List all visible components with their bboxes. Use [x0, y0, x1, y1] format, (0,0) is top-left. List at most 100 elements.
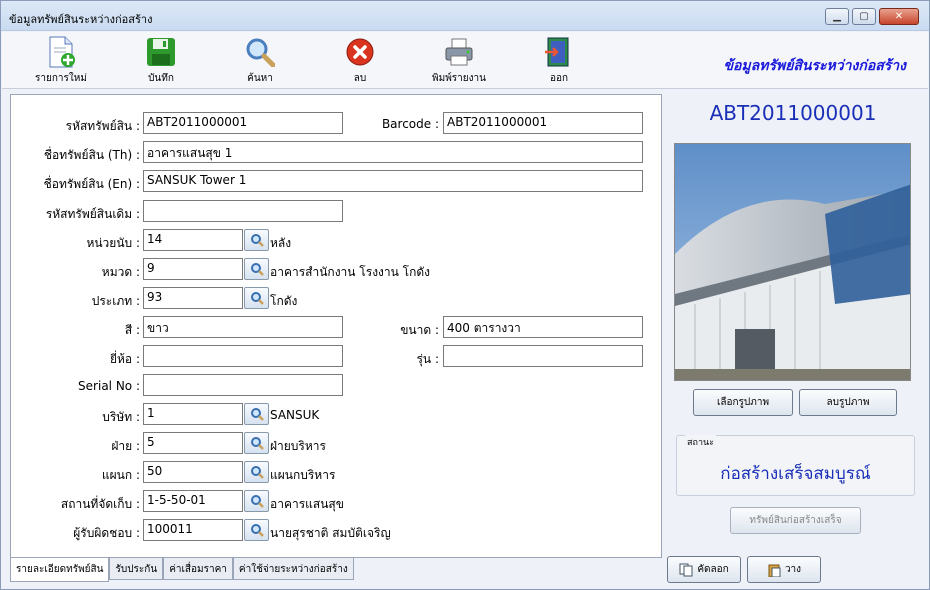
exit-door-icon	[543, 36, 575, 68]
paste-label: วาง	[784, 564, 802, 575]
copy-icon	[679, 563, 693, 576]
search-icon	[250, 437, 264, 450]
type-label: ประเภท :	[91, 294, 140, 308]
color-field[interactable]: ขาว	[143, 316, 343, 338]
paste-icon	[768, 564, 781, 577]
delete-x-icon	[344, 36, 376, 68]
unit-field[interactable]: 14	[143, 229, 243, 251]
type-search-button[interactable]	[244, 287, 269, 309]
location-field[interactable]: 1-5-50-01	[143, 490, 243, 512]
status-group: สถานะ ก่อสร้างเสร็จสมบูรณ์	[676, 435, 915, 496]
tab-construction-cost[interactable]: ค่าใช้จ่ายระหว่างก่อสร้าง	[232, 558, 354, 580]
unit-search-button[interactable]	[244, 229, 269, 251]
search-icon	[250, 466, 264, 479]
division-search-button[interactable]	[244, 432, 269, 454]
barcode-field[interactable]: ABT2011000001	[443, 112, 643, 134]
window-title: ข้อมูลทรัพย์สินระหว่างก่อสร้าง	[9, 13, 153, 26]
location-search-button[interactable]	[244, 490, 269, 512]
minimize-button[interactable]: ▁	[825, 8, 849, 25]
close-button[interactable]: ✕	[879, 8, 919, 25]
size-field[interactable]: 400 ตารางวา	[443, 316, 643, 338]
barcode-label: Barcode :	[381, 117, 439, 131]
category-search-button[interactable]	[244, 258, 269, 280]
old-code-label: รหัสทรัพย์สินเดิม :	[45, 207, 140, 221]
brand-field[interactable]	[143, 345, 343, 367]
search-icon	[250, 495, 264, 508]
delete-label: ลบ	[353, 73, 367, 84]
type-description: โกดัง	[270, 294, 298, 308]
name-th-field[interactable]: อาคารแสนสุข 1	[143, 141, 643, 163]
unit-label: หน่วยนับ :	[86, 236, 140, 250]
maximize-button[interactable]: ▢	[852, 8, 876, 25]
search-icon	[250, 524, 264, 537]
toolbar: รายการใหม่ บันทึก ค้นหา ลบ พิมพ์รายงาน อ…	[2, 32, 928, 89]
new-item-button[interactable]: รายการใหม่	[26, 36, 96, 86]
serial-field[interactable]	[143, 374, 343, 396]
name-en-label: ชื่อทรัพย์สิน (En) :	[43, 177, 140, 191]
print-button[interactable]: พิมพ์รายงาน	[424, 36, 494, 86]
company-description: SANSUK	[270, 408, 320, 422]
department-field[interactable]: 50	[143, 461, 243, 483]
search-icon	[250, 408, 264, 421]
name-th-label: ชื่อทรัพย์สิน (Th) :	[43, 148, 140, 162]
tab-asset-details[interactable]: รายละเอียดทรัพย์สิน	[10, 558, 110, 582]
model-label: รุ่น :	[416, 352, 439, 366]
department-search-button[interactable]	[244, 461, 269, 483]
print-label: พิมพ์รายงาน	[432, 73, 486, 84]
name-en-field[interactable]: SANSUK Tower 1	[143, 170, 643, 192]
category-label: หมวด :	[101, 265, 140, 279]
status-value: ก่อสร้างเสร็จสมบูรณ์	[720, 464, 871, 484]
size-label: ขนาด :	[400, 323, 439, 337]
department-description: แผนกบริหาร	[270, 468, 336, 482]
exit-button[interactable]: ออก	[524, 36, 594, 86]
company-search-button[interactable]	[244, 403, 269, 425]
asset-code-display: ABT2011000001	[709, 101, 877, 125]
choose-image-button[interactable]: เลือกรูปภาพ	[693, 389, 793, 416]
printer-icon	[443, 36, 475, 68]
copy-button[interactable]: คัดลอก	[667, 556, 741, 583]
tab-warranty[interactable]: รับประกัน	[109, 558, 164, 580]
window: ข้อมูลทรัพย์สินระหว่างก่อสร้าง ▁ ▢ ✕ ราย…	[0, 0, 930, 590]
search-button[interactable]: ค้นหา	[225, 36, 295, 86]
copy-label: คัดลอก	[697, 564, 729, 575]
asset-code-field[interactable]: ABT2011000001	[143, 112, 343, 134]
unit-description: หลัง	[270, 236, 292, 250]
category-field[interactable]: 9	[143, 258, 243, 280]
delete-button[interactable]: ลบ	[325, 36, 395, 86]
division-field[interactable]: 5	[143, 432, 243, 454]
tab-strip: รายละเอียดทรัพย์สิน รับประกัน ค่าเสื่อมร…	[10, 558, 354, 582]
old-code-field[interactable]	[143, 200, 343, 222]
search-magnifier-icon	[244, 36, 276, 68]
model-field[interactable]	[443, 345, 643, 367]
custodian-description: นายสุรชาติ สมบัติเจริญ	[270, 526, 391, 540]
save-button[interactable]: บันทึก	[126, 36, 196, 86]
custodian-field[interactable]: 100011	[143, 519, 243, 541]
status-caption: สถานะ	[685, 435, 716, 449]
division-description: ฝ่ายบริหาร	[270, 439, 326, 453]
location-description: อาคารแสนสุข	[270, 497, 344, 511]
new-doc-icon	[45, 36, 77, 68]
company-field[interactable]: 1	[143, 403, 243, 425]
search-icon	[250, 234, 264, 247]
color-label: สี :	[124, 323, 140, 337]
asset-code-label: รหัสทรัพย์สิน :	[65, 119, 140, 133]
delete-image-button[interactable]: ลบรูปภาพ	[799, 389, 897, 416]
custodian-label: ผู้รับผิดชอบ :	[73, 526, 140, 540]
tab-depreciation[interactable]: ค่าเสื่อมราคา	[163, 558, 233, 580]
asset-detail-form: รหัสทรัพย์สิน : ABT2011000001 Barcode : …	[10, 94, 662, 558]
construction-complete-button[interactable]: ทรัพย์สินก่อสร้างเสร็จ	[730, 507, 861, 534]
custodian-search-button[interactable]	[244, 519, 269, 541]
type-field[interactable]: 93	[143, 287, 243, 309]
paste-button[interactable]: วาง	[747, 556, 821, 583]
location-label: สถานที่จัดเก็บ :	[60, 497, 140, 511]
save-label: บันทึก	[148, 73, 174, 84]
asset-photo	[674, 143, 911, 381]
exit-label: ออก	[549, 73, 569, 84]
division-label: ฝ่าย :	[111, 439, 140, 453]
search-icon	[250, 292, 264, 305]
serial-label: Serial No :	[78, 379, 140, 393]
brand-label: ยี่ห้อ :	[109, 352, 140, 366]
search-icon	[250, 263, 264, 276]
search-label: ค้นหา	[247, 73, 273, 84]
save-disk-icon	[145, 36, 177, 68]
